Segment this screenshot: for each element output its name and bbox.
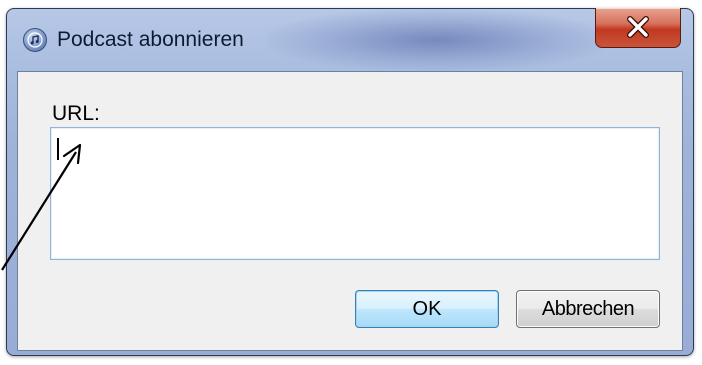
close-icon: [627, 16, 649, 38]
close-button[interactable]: [595, 8, 681, 48]
window-title: Podcast abonnieren: [57, 28, 244, 51]
titlebar-glass-glow: [267, 9, 607, 71]
cancel-button[interactable]: Abbrechen: [516, 290, 660, 328]
url-input[interactable]: [50, 127, 660, 260]
dialog-window: Podcast abonnieren URL: OK Abbrechen: [6, 8, 694, 356]
ok-button[interactable]: OK: [355, 290, 499, 328]
dialog-client-area: URL: OK Abbrechen: [17, 71, 683, 351]
itunes-note-icon: [23, 28, 47, 52]
url-label: URL:: [52, 102, 100, 125]
text-caret: [57, 138, 59, 160]
screen: Podcast abonnieren URL: OK Abbrechen: [0, 0, 702, 365]
